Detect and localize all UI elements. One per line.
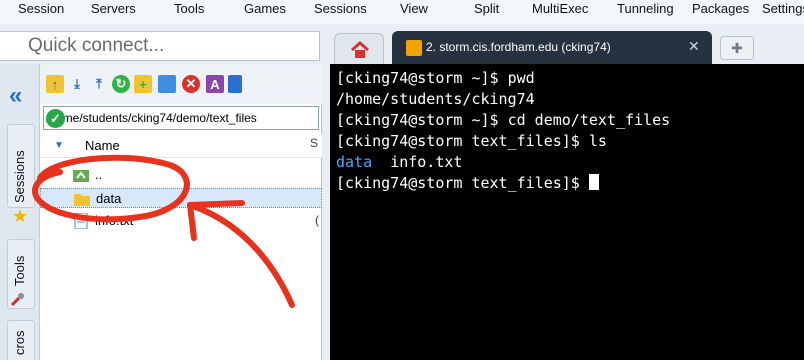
- file-size: (: [315, 213, 319, 227]
- delete-icon[interactable]: ✕: [182, 75, 200, 93]
- tab-macros[interactable]: cros: [7, 320, 35, 360]
- terminal-line: [cking74@storm ~]$ cd demo/text_files: [336, 111, 671, 129]
- close-tab-icon[interactable]: ✕: [688, 38, 700, 55]
- follow-terminal-icon[interactable]: [228, 75, 242, 93]
- sftp-toolbar: ↑ ⤓ ⤒ ↻ + ✕ A: [40, 64, 322, 104]
- terminal-line: [cking74@storm ~]$ pwd: [336, 69, 535, 87]
- menu-tunneling[interactable]: Tunneling: [617, 2, 674, 15]
- star-icon: ★: [12, 206, 29, 226]
- path-ok-icon[interactable]: ✓: [46, 109, 65, 128]
- file-name: data: [96, 191, 122, 206]
- ls-entry-info: info.txt: [390, 153, 463, 171]
- file-row-parent[interactable]: ..: [40, 165, 322, 185]
- terminal-prompt-line: [cking74@storm text_files]$: [336, 173, 599, 193]
- menu-settings[interactable]: Settings: [762, 2, 804, 15]
- sftp-path-text: /home/students/cking74/demo/text_files: [46, 111, 257, 125]
- ls-entry-data: data: [336, 153, 373, 171]
- file-row-info[interactable]: info.txt (: [40, 211, 322, 231]
- menu-sessions[interactable]: Sessions: [314, 2, 367, 15]
- file-row-data[interactable]: data: [40, 188, 322, 208]
- menu-bar: Session Servers Tools Games Sessions Vie…: [0, 0, 804, 24]
- quick-connect-input[interactable]: [0, 32, 319, 60]
- terminal-output[interactable]: [cking74@storm ~]$ pwd /home/students/ck…: [330, 64, 804, 360]
- quick-connect-box: [0, 31, 320, 61]
- new-tab-icon: ✚: [731, 39, 743, 56]
- tab-sessions-label: Sessions: [12, 150, 27, 203]
- new-folder-icon[interactable]: +: [134, 75, 152, 93]
- folder-icon: [74, 194, 90, 206]
- file-list-header: ▼ Name S: [40, 134, 322, 158]
- new-file-icon[interactable]: [158, 75, 176, 93]
- download-icon[interactable]: ⤓: [68, 75, 86, 93]
- tab-macros-label: cros: [12, 330, 27, 355]
- menu-servers[interactable]: Servers: [91, 2, 136, 15]
- refresh-icon[interactable]: ↻: [112, 75, 130, 93]
- menu-tools[interactable]: Tools: [174, 2, 204, 15]
- column-name-header[interactable]: Name: [85, 138, 120, 153]
- menu-session[interactable]: Session: [18, 2, 64, 15]
- rename-icon[interactable]: A: [206, 75, 224, 93]
- sftp-path-field[interactable]: /home/students/cking74/demo/text_files ✓: [43, 106, 319, 130]
- text-file-icon: [74, 213, 88, 229]
- upload-icon[interactable]: ⤒: [90, 75, 108, 93]
- terminal-prompt: [cking74@storm text_files]$: [336, 174, 589, 192]
- terminal-ls-output: data info.txt: [336, 152, 462, 172]
- terminal-line: /home/students/cking74: [336, 90, 535, 108]
- tools-icon: [10, 293, 24, 307]
- terminal-line: [cking74@storm text_files]$ ls: [336, 132, 607, 150]
- tab-tools-label: Tools: [12, 255, 27, 286]
- new-tab-button[interactable]: ✚: [720, 36, 754, 60]
- menu-view[interactable]: View: [400, 2, 428, 15]
- collapse-sidebar-icon[interactable]: «: [9, 84, 22, 108]
- terminal-cursor: [588, 174, 599, 190]
- terminal-tab-bar: 2. storm.cis.fordham.edu (cking74) ✕ ✚: [322, 24, 804, 64]
- parent-dir-icon[interactable]: ↑: [46, 75, 64, 93]
- home-icon: [351, 41, 369, 58]
- menu-packages[interactable]: Packages: [692, 2, 749, 15]
- file-name: info.txt: [95, 213, 134, 228]
- sort-arrow-icon[interactable]: ▼: [54, 140, 64, 151]
- terminal-tab-label: 2. storm.cis.fordham.edu (cking74): [426, 40, 611, 54]
- parent-folder-icon: [73, 170, 89, 182]
- terminal-tab-active[interactable]: 2. storm.cis.fordham.edu (cking74) ✕: [392, 31, 712, 64]
- home-tab[interactable]: [334, 33, 384, 64]
- side-tab-strip: « Sessions ★ Tools cros: [0, 64, 40, 360]
- menu-split[interactable]: Split: [474, 2, 499, 15]
- menu-multiexec[interactable]: MultiExec: [532, 2, 588, 15]
- sftp-panel: ↑ ⤓ ⤒ ↻ + ✕ A /home/students/cking74/dem…: [40, 64, 322, 360]
- column-size-header[interactable]: S: [310, 136, 318, 150]
- terminal-tab-icon: [406, 40, 422, 56]
- file-name: ..: [95, 167, 103, 182]
- menu-games[interactable]: Games: [244, 2, 286, 15]
- tab-sessions[interactable]: Sessions: [7, 124, 35, 208]
